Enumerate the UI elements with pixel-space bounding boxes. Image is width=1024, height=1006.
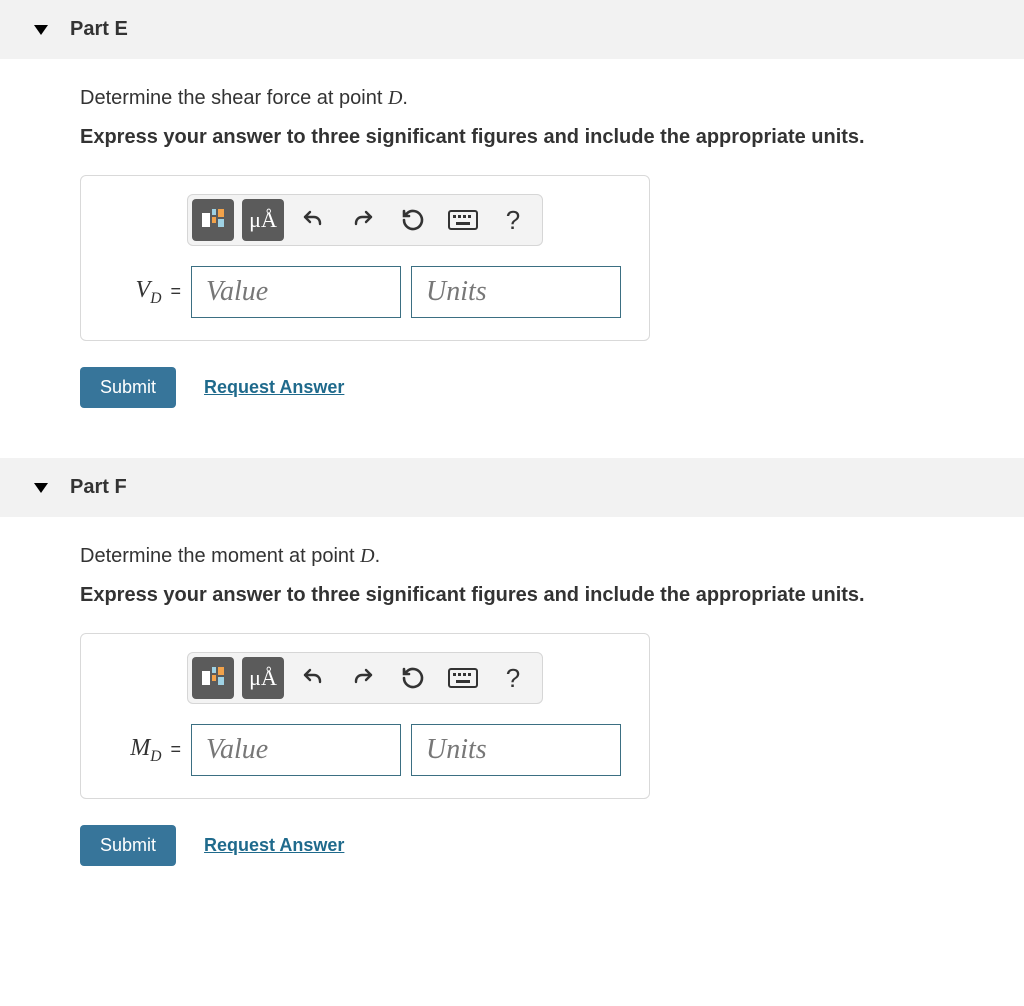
units-symbol-icon[interactable]: μÅ [242, 657, 284, 699]
prompt-var: D [388, 87, 402, 109]
help-icon[interactable]: ? [492, 199, 534, 241]
reset-icon[interactable] [392, 657, 434, 699]
keyboard-icon[interactable] [442, 199, 484, 241]
template-icon[interactable] [192, 199, 234, 241]
part-e-title: Part E [70, 18, 128, 41]
answer-box-f: μÅ ? MD = [80, 633, 650, 799]
input-row-f: MD = [101, 724, 629, 776]
actions-f: Submit Request Answer [80, 825, 1004, 866]
part-e: Part E Determine the shear force at poin… [0, 0, 1024, 418]
toolbar-e: μÅ ? [187, 194, 543, 246]
prompt-post: . [375, 545, 381, 567]
part-f-header[interactable]: Part F [0, 458, 1024, 517]
variable-label-e: VD = [101, 277, 181, 308]
part-f-prompt: Determine the moment at point D. [80, 545, 1004, 568]
prompt-var: D [360, 545, 374, 567]
request-answer-link-f[interactable]: Request Answer [204, 835, 344, 856]
part-f-title: Part F [70, 476, 127, 499]
prompt-pre: Determine the moment at point [80, 545, 360, 567]
part-f: Part F Determine the moment at point D. … [0, 458, 1024, 876]
value-input-f[interactable] [191, 724, 401, 776]
part-e-body: Determine the shear force at point D. Ex… [0, 59, 1024, 418]
reset-icon[interactable] [392, 199, 434, 241]
caret-down-icon [34, 483, 48, 493]
part-e-instruction: Express your answer to three significant… [80, 126, 1004, 149]
units-symbol-icon[interactable]: μÅ [242, 199, 284, 241]
part-f-instruction: Express your answer to three significant… [80, 584, 1004, 607]
submit-button-e[interactable]: Submit [80, 367, 176, 408]
keyboard-icon[interactable] [442, 657, 484, 699]
answer-box-e: μÅ ? VD = [80, 175, 650, 341]
units-input-e[interactable] [411, 266, 621, 318]
undo-icon[interactable] [292, 199, 334, 241]
submit-button-f[interactable]: Submit [80, 825, 176, 866]
undo-icon[interactable] [292, 657, 334, 699]
units-input-f[interactable] [411, 724, 621, 776]
toolbar-f: μÅ ? [187, 652, 543, 704]
caret-down-icon [34, 25, 48, 35]
redo-icon[interactable] [342, 199, 384, 241]
template-icon[interactable] [192, 657, 234, 699]
part-e-prompt: Determine the shear force at point D. [80, 87, 1004, 110]
help-icon[interactable]: ? [492, 657, 534, 699]
part-f-body: Determine the moment at point D. Express… [0, 517, 1024, 876]
input-row-e: VD = [101, 266, 629, 318]
variable-label-f: MD = [101, 735, 181, 766]
redo-icon[interactable] [342, 657, 384, 699]
prompt-post: . [402, 87, 408, 109]
value-input-e[interactable] [191, 266, 401, 318]
actions-e: Submit Request Answer [80, 367, 1004, 408]
part-e-header[interactable]: Part E [0, 0, 1024, 59]
prompt-pre: Determine the shear force at point [80, 87, 388, 109]
request-answer-link-e[interactable]: Request Answer [204, 377, 344, 398]
